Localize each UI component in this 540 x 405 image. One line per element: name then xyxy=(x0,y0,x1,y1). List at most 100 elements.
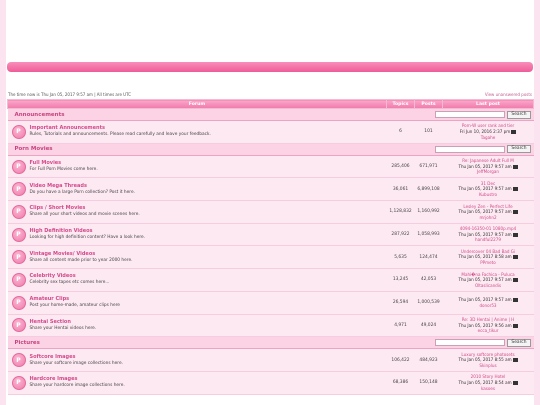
forum-column-header: Forum xyxy=(7,99,387,109)
topics-column-header: Topics xyxy=(386,99,415,109)
posts-column-header: Posts xyxy=(414,99,443,109)
last-post-date: Thu Jan 05, 2017 9:57 am xyxy=(458,163,512,169)
category-search-input[interactable] xyxy=(435,339,506,347)
goto-last-post-icon[interactable] xyxy=(512,210,518,215)
forum-status-icon: P xyxy=(11,124,26,139)
category-title[interactable]: Porn Movies xyxy=(7,142,415,156)
forum-row: P Vintage Movies/ Videos Share all content… xyxy=(7,245,534,270)
forum-title-link[interactable]: Hentai Section xyxy=(30,319,387,326)
last-post-column-header: Last post xyxy=(442,99,534,109)
last-post-date: Thu Jan 05, 2017 9:57 am xyxy=(458,297,512,303)
last-post-date: Thu Jan 05, 2017 9:56 am xyxy=(458,322,512,328)
category-search-input[interactable] xyxy=(435,145,506,153)
forum-status-icon: P xyxy=(11,159,26,174)
table-header-row: Forum Topics Posts Last post xyxy=(7,99,534,109)
category-search: Search xyxy=(415,338,534,347)
forum-posts-count: 1,160,992 xyxy=(414,200,443,224)
last-post-cell: Thu Jan 05, 2017 9:57 am donor53 xyxy=(442,291,534,315)
forum-posts-count: 150,148 xyxy=(414,371,443,395)
forum-row: P Celebrity Videos Celebrity sex tapes etc… xyxy=(7,268,534,292)
view-unanswered-link[interactable]: View unanswered posts xyxy=(485,92,532,98)
last-post-date: Thu Jan 05, 2017 9:57 am xyxy=(458,209,512,215)
last-post-author-link[interactable]: PPmeto xyxy=(443,260,534,266)
last-post-author-link[interactable]: JeffMorgan xyxy=(443,169,534,175)
forum-title-link[interactable]: Full Movies xyxy=(30,160,387,167)
forum-status-icon: P xyxy=(11,182,26,197)
forum-posts-count: 1,058,993 xyxy=(414,223,443,247)
forum-posts-count: 49,024 xyxy=(414,314,443,338)
forum-topics-count: 1,128,832 xyxy=(386,200,415,224)
last-post-author-link[interactable]: Skinplus xyxy=(443,363,534,369)
forum-posts-count: 101 xyxy=(414,120,443,144)
forum-row: P High Definition Videos Looking for high … xyxy=(7,223,534,247)
goto-last-post-icon[interactable] xyxy=(512,298,518,303)
forum-topics-count: 4,971 xyxy=(386,314,415,338)
last-post-cell: Mahi�na Fachica - Puluca Thu Jan 05, 2017… xyxy=(442,268,534,292)
last-post-date: Thu Jan 05, 2017 9:57 am xyxy=(458,186,512,192)
goto-last-post-icon[interactable] xyxy=(512,278,518,283)
goto-last-post-icon[interactable] xyxy=(512,164,518,169)
last-post-date: Thu Jan 05, 2017 8:58 am xyxy=(458,254,512,260)
goto-last-post-icon[interactable] xyxy=(512,380,518,385)
forum-description: Celebrity sex tapes etc comes here... xyxy=(29,280,110,286)
forum-row: P Important Announcements Rules, Tutorials… xyxy=(7,120,534,144)
forum-status-icon: P xyxy=(11,250,26,265)
last-post-author-link[interactable]: ecca_tikur xyxy=(443,328,534,334)
forum-description: For Full Porn Movies come here. xyxy=(29,167,98,173)
forum-topics-count: 68,386 xyxy=(386,371,415,395)
goto-last-post-icon[interactable] xyxy=(512,358,518,363)
last-post-author-link[interactable]: donor53 xyxy=(443,303,534,309)
goto-last-post-icon[interactable] xyxy=(512,187,518,192)
forum-row: P Hardcore Images Share your hardcore imag… xyxy=(7,371,534,395)
last-post-cell: Undercover 04 Bad Bad Gi Thu Jan 05, 2017… xyxy=(442,245,534,270)
category-search: Search xyxy=(415,145,534,154)
last-post-date: Thu Jan 05, 2017 9:57 am xyxy=(458,231,512,237)
forum-row: P Clips / Short Movies Share all your shor… xyxy=(7,200,534,224)
forum-topics-count: 13,245 xyxy=(386,268,415,292)
forum-topics-count: 36,061 xyxy=(386,177,415,202)
last-post-author-link[interactable]: Oltaslicandis xyxy=(443,283,534,289)
category-search-button[interactable]: Search xyxy=(507,145,531,154)
category-title[interactable]: Pictures xyxy=(7,336,415,350)
category-row: Announcements Search xyxy=(7,108,534,121)
last-post-author-link[interactable]: mrjohn2 xyxy=(443,215,534,221)
forum-description: Do you have a large Porn collection? Pos… xyxy=(29,189,136,195)
forum-description: Share your hardcore image collections he… xyxy=(29,383,125,389)
last-post-author-link[interactable]: Kubustro xyxy=(443,192,534,198)
forum-row: P Softcore Images Share your softcore imag… xyxy=(7,348,534,372)
category-search-button[interactable]: Search xyxy=(507,110,531,119)
last-post-author-link[interactable]: handful2279 xyxy=(443,237,534,243)
forum-posts-count: 42,053 xyxy=(414,268,443,292)
last-post-cell: 4094-16350-01 1080p.mp4 Thu Jan 05, 2017 … xyxy=(442,223,534,247)
forum-title-link[interactable]: Softcore Images xyxy=(30,354,387,361)
category-search-button[interactable]: Search xyxy=(507,338,531,347)
forum-status-icon: P xyxy=(11,353,26,368)
forum-title-link[interactable]: Video Mega Threads xyxy=(30,183,387,190)
forum-topics-count: 26,594 xyxy=(386,291,415,315)
forum-row: P Hentai Section Share your Hentai videos … xyxy=(7,314,534,338)
forum-status-icon: P xyxy=(11,227,26,242)
goto-last-post-icon[interactable] xyxy=(511,130,517,135)
forum-topics-count: 106,422 xyxy=(386,348,415,372)
goto-last-post-icon[interactable] xyxy=(512,323,518,328)
category-search-input[interactable] xyxy=(435,111,506,118)
forum-row: P Amateur Clips Post your home-made, amate… xyxy=(7,291,534,315)
forum-status-icon: P xyxy=(11,272,26,287)
forum-description: Share your softcore image collections he… xyxy=(29,360,123,366)
last-post-cell: Lesley Zen - Perfect Life Thu Jan 05, 201… xyxy=(442,200,534,224)
goto-last-post-icon[interactable] xyxy=(512,232,518,237)
category-title[interactable]: Announcements xyxy=(7,108,415,121)
last-post-cell: Porn-W user rank and tier Fri Jun 10, 201… xyxy=(442,120,534,144)
last-post-date: Thu Jan 05, 2017 9:57 am xyxy=(458,277,512,283)
forum-title-link[interactable]: Vintage Movies/ Videos xyxy=(30,251,387,258)
last-post-author-link[interactable]: kasoes xyxy=(443,386,534,392)
goto-last-post-icon[interactable] xyxy=(512,255,518,260)
last-post-author-link[interactable]: Tagahe xyxy=(443,135,534,141)
category-search: Search xyxy=(415,110,534,119)
forum-topics-count: 6 xyxy=(386,120,415,144)
site-header xyxy=(6,0,534,58)
category-row: Pictures Search xyxy=(7,336,534,350)
forum-posts-count: 6,899,108 xyxy=(414,177,443,202)
nav-bar xyxy=(7,62,533,72)
page: The time now is Thu Jan 05, 2017 9:57 am… xyxy=(6,0,534,405)
